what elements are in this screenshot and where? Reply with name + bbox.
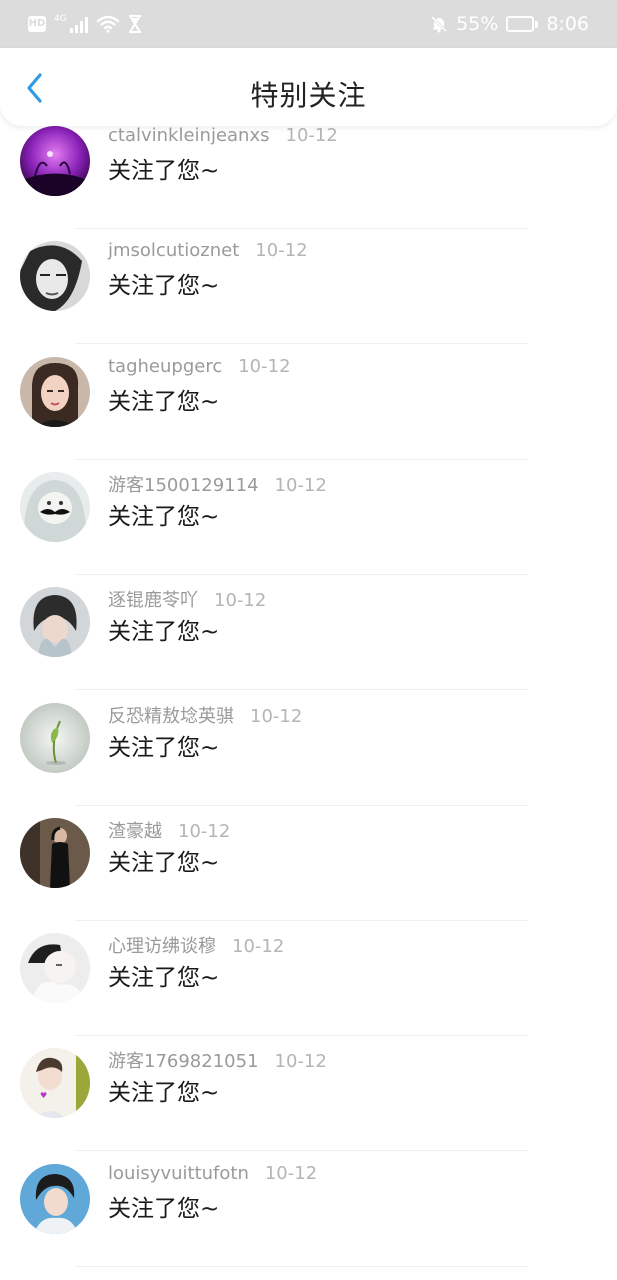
item-header: 游客1769821051 10-12 [108, 1047, 327, 1073]
username[interactable]: jmsolcutioznet [108, 240, 239, 261]
username[interactable]: ctalvinkleinjeanxs [108, 126, 270, 146]
notification-text: 关注了您~ [108, 965, 220, 992]
item-header: 反恐精敖埝英骐 10-12 [108, 702, 302, 728]
date-label: 10-12 [232, 936, 285, 958]
date-label: 10-12 [250, 705, 303, 727]
avatar[interactable] [20, 126, 90, 196]
item-header: louisyvuittufotn 10-12 [108, 1163, 317, 1184]
notification-text: 关注了您~ [108, 734, 220, 761]
hd-icon: HD [28, 16, 46, 32]
list-item[interactable]: ctalvinkleinjeanxs 10-12 关注了您~ [0, 126, 617, 229]
list-item[interactable]: ♥ 游客1769821051 10-12 关注了您~ [0, 1036, 617, 1152]
notification-text: 关注了您~ [108, 1195, 220, 1222]
username[interactable]: 心理访绋谈穆 [108, 932, 216, 958]
username[interactable]: 反恐精敖埝英骐 [108, 702, 234, 728]
avatar[interactable] [20, 817, 90, 888]
wifi-icon [96, 15, 119, 33]
list-item[interactable]: 反恐精敖埝英骐 10-12 关注了您~ [0, 691, 617, 806]
date-label: 10-12 [255, 240, 308, 262]
follow-list: ctalvinkleinjeanxs 10-12 关注了您~ jmsolcutiozn… [0, 126, 617, 1280]
avatar[interactable] [20, 702, 90, 773]
notification-text: 关注了您~ [108, 273, 220, 300]
username[interactable]: tagheupgerc [108, 356, 222, 377]
status-right: 55% 8:06 [430, 13, 589, 35]
item-header: jmsolcutioznet 10-12 [108, 240, 308, 261]
username[interactable]: 游客1769821051 [108, 1047, 259, 1073]
list-item[interactable]: 渣豪越 10-12 关注了您~ [0, 806, 617, 921]
list-item[interactable]: tagheupgerc 10-12 关注了您~ [0, 345, 617, 460]
avatar[interactable] [20, 241, 90, 312]
divider [75, 1265, 527, 1267]
date-label: 10-12 [178, 820, 231, 842]
date-label: 10-12 [285, 126, 338, 146]
battery-icon [506, 16, 539, 32]
svg-text:♥: ♥ [40, 1091, 47, 1100]
list-item[interactable]: 逐锟鹿苓吖 10-12 关注了您~ [0, 575, 617, 691]
date-label: 10-12 [274, 474, 327, 496]
item-header: 渣豪越 10-12 [108, 817, 230, 843]
avatar[interactable] [20, 356, 90, 427]
status-left: HD 4G [28, 15, 142, 33]
username[interactable]: 逐锟鹿苓吖 [108, 586, 198, 612]
item-header: tagheupgerc 10-12 [108, 356, 291, 377]
item-header: 游客1500129114 10-12 [108, 471, 327, 497]
date-label: 10-12 [264, 1162, 318, 1184]
notification-text: 关注了您~ [108, 388, 220, 415]
item-header: 逐锟鹿苓吖 10-12 [108, 586, 266, 612]
username[interactable]: 游客1500129114 [108, 471, 259, 497]
clock: 8:06 [546, 13, 589, 35]
avatar[interactable] [20, 587, 90, 658]
mute-bell-icon [431, 15, 448, 33]
battery-percent: 55% [456, 13, 499, 35]
notification-text: 关注了您~ [108, 619, 220, 646]
page-title: 特别关注 [250, 79, 367, 112]
hourglass-icon [128, 15, 141, 33]
username[interactable]: 渣豪越 [108, 817, 162, 843]
status-bar: HD 4G 55% 8:06 [0, 0, 617, 48]
notification-text: 关注了您~ [108, 849, 220, 876]
date-label: 10-12 [214, 590, 267, 612]
avatar[interactable] [20, 471, 90, 542]
list-item[interactable]: jmsolcutioznet 10-12 关注了您~ [0, 229, 617, 345]
date-label: 10-12 [274, 1051, 327, 1073]
cellular-signal-icon: 4G [54, 15, 88, 33]
list-item[interactable]: 游客1500129114 10-12 关注了您~ [0, 460, 617, 575]
list-item[interactable]: louisyvuittufotn 10-12 关注了您~ [0, 1152, 617, 1267]
avatar[interactable] [20, 933, 90, 1004]
date-label: 10-12 [238, 355, 291, 377]
avatar[interactable] [20, 1163, 90, 1234]
nav-bar: 特别关注 [0, 48, 617, 126]
notification-text: 关注了您~ [108, 503, 220, 530]
list-item[interactable]: 心理访绋谈穆 10-12 关注了您~ [0, 921, 617, 1037]
notification-text: 关注了您~ [108, 158, 220, 184]
notification-text: 关注了您~ [108, 1080, 220, 1107]
item-header: ctalvinkleinjeanxs 10-12 [108, 126, 338, 146]
username[interactable]: louisyvuittufotn [108, 1163, 249, 1184]
item-header: 心理访绋谈穆 10-12 [108, 932, 284, 958]
avatar[interactable]: ♥ [20, 1048, 90, 1119]
network-type: 4G [54, 14, 67, 24]
